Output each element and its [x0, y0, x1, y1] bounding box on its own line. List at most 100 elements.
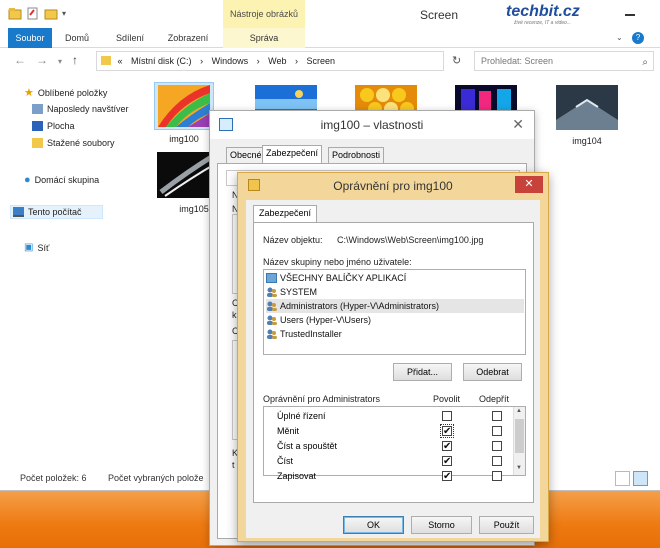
- scroll-thumb[interactable]: [515, 419, 524, 453]
- list-item[interactable]: Users (Hyper-V\Users): [266, 313, 524, 327]
- user-name: SYSTEM: [280, 287, 318, 297]
- breadcrumb-web[interactable]: Web: [268, 56, 286, 66]
- add-button[interactable]: Přidat...: [393, 363, 452, 381]
- breadcrumb-screen[interactable]: Screen: [307, 56, 336, 66]
- user-list[interactable]: VŠECHNY BALÍČKY APLIKACÍ SYSTEM Administ…: [263, 269, 526, 355]
- allow-checkbox[interactable]: [442, 454, 452, 469]
- permission-name: Měnit: [277, 426, 300, 436]
- tab-view[interactable]: Zobrazení: [162, 28, 214, 48]
- nav-downloads[interactable]: Stažené soubory: [32, 138, 115, 148]
- permission-name: Číst a spouštět: [277, 441, 338, 451]
- cancel-button[interactable]: Storno: [411, 516, 472, 534]
- deny-checkbox[interactable]: [492, 471, 502, 481]
- forward-icon[interactable]: →: [36, 53, 48, 67]
- permission-row-full-control: Úplné řízení: [264, 409, 512, 424]
- deny-checkbox[interactable]: [492, 441, 502, 451]
- help-icon[interactable]: ?: [632, 32, 644, 44]
- group-label: Název skupiny nebo jméno uživatele:: [263, 257, 412, 267]
- ribbon: Soubor Domů Sdílení Zobrazení Správa ⌄ ?: [0, 28, 660, 48]
- properties-icon[interactable]: [26, 7, 40, 20]
- object-name-value: C:\Windows\Web\Screen\img100.jpg: [337, 235, 484, 245]
- apply-button[interactable]: Použít: [479, 516, 534, 534]
- star-icon: ★: [24, 87, 34, 99]
- breadcrumb-windows[interactable]: Windows: [212, 56, 249, 66]
- back-icon[interactable]: ←: [14, 53, 26, 67]
- user-name: TrustedInstaller: [280, 329, 342, 339]
- brand-tagline: živé recenze, IT a video...: [514, 20, 571, 26]
- user-name: Users (Hyper-V\Users): [280, 315, 372, 325]
- permission-name: Úplné řízení: [277, 411, 326, 421]
- deny-checkbox[interactable]: [492, 411, 502, 421]
- tab-general[interactable]: Obecné: [226, 147, 266, 163]
- deny-checkbox[interactable]: [492, 456, 502, 466]
- tab-security[interactable]: Zabezpečení: [253, 205, 318, 223]
- qat-dropdown-icon[interactable]: ▾: [62, 9, 66, 18]
- breadcrumb-drive[interactable]: Místní disk (C:): [131, 56, 192, 66]
- properties-titlebar: img100 – vlastnosti: [210, 111, 534, 139]
- list-item[interactable]: SYSTEM: [266, 285, 524, 299]
- status-selected-count: Počet vybraných polože: [108, 473, 204, 483]
- up-icon[interactable]: ↑: [72, 53, 78, 67]
- refresh-icon[interactable]: ↻: [452, 54, 461, 67]
- user-name: VŠECHNY BALÍČKY APLIKACÍ: [280, 273, 407, 283]
- permissions-title: Oprávnění pro img100: [333, 179, 453, 193]
- ok-button[interactable]: OK: [343, 516, 404, 534]
- security-panel: Název objektu: C:\Windows\Web\Screen\img…: [253, 222, 534, 503]
- folder-icon: [8, 7, 22, 20]
- nav-recent-label: Naposledy navštíver: [47, 104, 129, 114]
- tab-file[interactable]: Soubor: [8, 28, 52, 48]
- status-item-count: Počet položek: 6: [20, 473, 87, 483]
- downloads-icon: [32, 138, 43, 148]
- tab-security[interactable]: Zabezpečení: [262, 145, 323, 164]
- nav-network[interactable]: ▣ Síť: [24, 242, 49, 253]
- list-item[interactable]: VŠECHNY BALÍČKY APLIKACÍ: [266, 271, 524, 285]
- tab-home[interactable]: Domů: [58, 28, 96, 48]
- breadcrumb-overflow[interactable]: «: [118, 56, 123, 66]
- close-icon[interactable]: ✕: [512, 116, 524, 133]
- close-button[interactable]: ✕: [515, 176, 543, 193]
- nav-favorites[interactable]: ★ Oblíbené položky: [24, 86, 107, 99]
- explorer-titlebar: ▾ Nástroje obrázků Screen techbit.cz živ…: [0, 0, 660, 28]
- tab-share[interactable]: Sdílení: [110, 28, 150, 48]
- tab-details[interactable]: Podrobnosti: [328, 147, 385, 163]
- picture-tools-tab: Nástroje obrázků: [223, 0, 305, 28]
- recent-locations-icon[interactable]: ▾: [58, 57, 62, 66]
- allow-checkbox[interactable]: [440, 424, 454, 439]
- allow-checkbox[interactable]: [442, 411, 452, 421]
- list-item[interactable]: Administrators (Hyper-V\Administrators): [266, 299, 524, 313]
- search-input[interactable]: Prohledat: Screen ⌕: [474, 51, 654, 71]
- navigation-bar: ← → ▾ ↑ « Místní disk (C:) › Windows › W…: [0, 48, 660, 74]
- computer-icon: [13, 207, 24, 217]
- homegroup-icon: ●: [24, 174, 31, 186]
- nav-desktop[interactable]: Plocha: [32, 121, 75, 131]
- minimize-button[interactable]: [625, 14, 635, 16]
- window-title: Screen: [420, 8, 459, 22]
- recent-places-icon: [32, 104, 43, 114]
- nav-this-pc-label: Tento počítač: [28, 207, 82, 217]
- users-icon: [266, 301, 277, 311]
- nav-recent[interactable]: Naposledy navštíver: [32, 104, 129, 114]
- details-view-button[interactable]: [615, 471, 630, 486]
- list-item[interactable]: TrustedInstaller: [266, 327, 524, 341]
- allow-column-header: Povolit: [433, 394, 461, 404]
- network-icon: ▣: [24, 242, 34, 253]
- remove-button[interactable]: Odebrat: [463, 363, 522, 381]
- permission-name: Číst: [277, 456, 294, 466]
- scroll-up-icon[interactable]: ▲: [516, 408, 522, 414]
- desktop-icon: [32, 121, 43, 131]
- search-icon: ⌕: [642, 57, 648, 68]
- large-icons-view-button[interactable]: [633, 471, 648, 486]
- address-bar[interactable]: « Místní disk (C:) › Windows › Web › Scr…: [96, 51, 444, 71]
- tab-manage[interactable]: Správa: [223, 28, 305, 48]
- new-folder-icon[interactable]: [44, 7, 58, 20]
- ribbon-expand-icon[interactable]: ⌄: [616, 33, 623, 42]
- nav-homegroup[interactable]: ● Domácí skupina: [24, 174, 99, 186]
- deny-checkbox[interactable]: [492, 426, 502, 436]
- allow-checkbox[interactable]: [442, 439, 452, 454]
- scroll-down-icon[interactable]: ▼: [516, 465, 522, 471]
- allow-checkbox[interactable]: [442, 469, 452, 484]
- nav-this-pc[interactable]: Tento počítač: [10, 205, 103, 219]
- permissions-scrollbar[interactable]: ▲ ▼: [513, 407, 525, 475]
- permission-name: Zapisovat: [277, 471, 317, 481]
- image-file-icon: [219, 118, 233, 131]
